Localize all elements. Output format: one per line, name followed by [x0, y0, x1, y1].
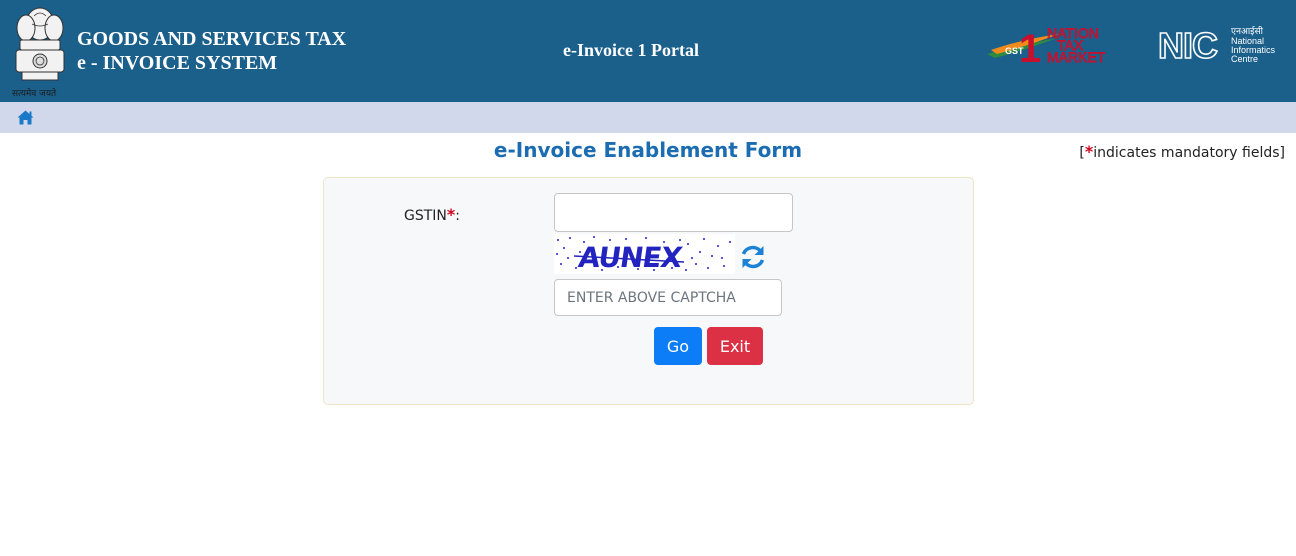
gstin-required-star: *	[446, 205, 456, 224]
emblem-motto: सत्यमेव जयते	[12, 89, 57, 99]
brand-line-2: e - INVOICE SYSTEM	[77, 52, 278, 74]
nav-bar	[0, 102, 1296, 133]
gstin-input[interactable]	[554, 193, 793, 232]
exit-button[interactable]: Exit	[707, 327, 763, 365]
gstin-label-text: GSTIN	[404, 208, 447, 224]
refresh-captcha-icon[interactable]	[739, 243, 767, 271]
logo-line-3: MARKET	[1047, 49, 1106, 65]
mandatory-note: [*indicates mandatory fields]	[1079, 142, 1285, 161]
one-nation-one-tax-logo: GST 1 NATION TAX MARKET	[985, 24, 1145, 71]
brand-line-1: GOODS AND SERVICES TAX	[77, 28, 347, 50]
logo-numeral: 1	[1019, 27, 1041, 66]
nic-line-3: Centre	[1231, 54, 1258, 64]
gstin-label-colon: :	[455, 208, 460, 224]
go-button[interactable]: Go	[654, 327, 702, 365]
home-icon[interactable]	[17, 110, 34, 125]
captcha-image: AUNEX	[554, 234, 735, 274]
portal-title: e-Invoice 1 Portal	[563, 40, 699, 60]
mandatory-note-text: indicates mandatory fields]	[1093, 145, 1285, 161]
nic-logo: NIC एनआईसी National Informatics Centre	[1157, 24, 1282, 67]
brand-title: GOODS AND SERVICES TAX e - INVOICE SYSTE…	[77, 27, 346, 75]
required-star-icon: *	[1084, 142, 1094, 161]
captcha-input[interactable]	[554, 279, 782, 316]
site-header: सत्यमेव जयते GOODS AND SERVICES TAX e - …	[0, 0, 1296, 102]
gstin-label: GSTIN*:	[404, 205, 460, 224]
form-title-text: e-Invoice Enablement Form	[493, 138, 803, 162]
nic-mark: NIC	[1158, 25, 1218, 64]
